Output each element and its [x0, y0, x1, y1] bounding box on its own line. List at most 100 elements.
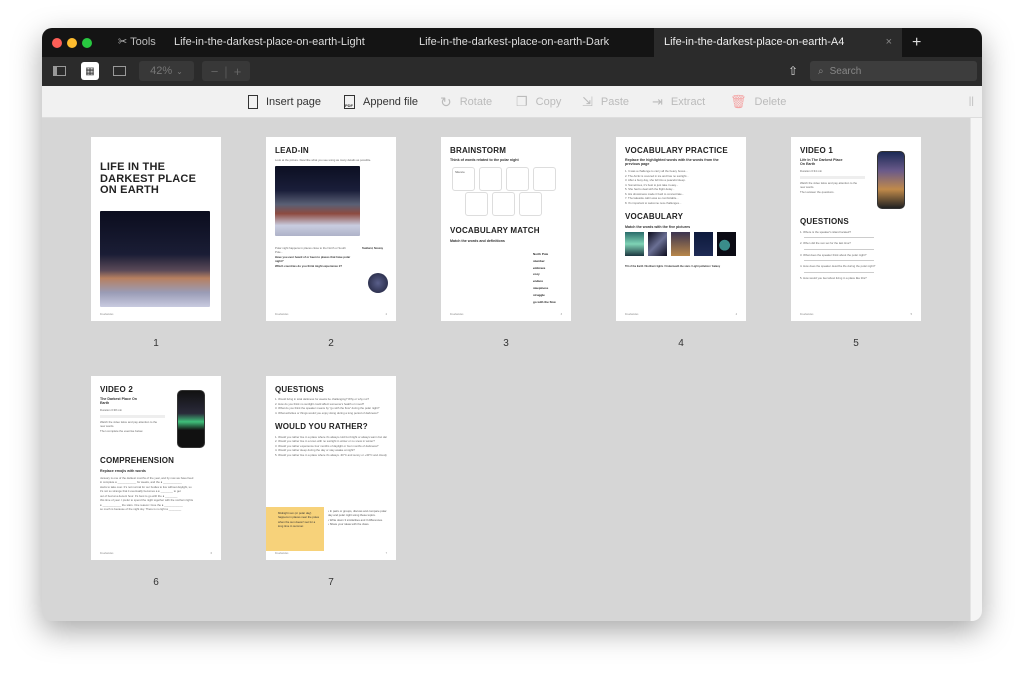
insert-page-icon	[248, 95, 258, 109]
tab-a4[interactable]: Life-in-the-darkest-place-on-earth-A4 ×	[654, 28, 902, 57]
rotate-button[interactable]: ↻ Rotate	[440, 86, 492, 118]
cover-photo	[100, 210, 210, 307]
tab-light[interactable]: Life-in-the-darkest-place-on-earth-Light	[174, 28, 414, 57]
page-number: 3	[503, 338, 509, 349]
view-toolbar: ▦ 42% ⌄ − | + ⇧ ⌕ Search	[42, 57, 982, 86]
section-title: COMPREHENSION	[100, 456, 175, 466]
zoom-stepper: − | +	[202, 61, 250, 81]
page-title: VOCABULARY PRACTICE	[625, 146, 728, 155]
tab-bar: ✂︎ Tools Life-in-the-darkest-place-on-ea…	[42, 28, 982, 57]
location-photo	[368, 273, 388, 293]
page-number: 1	[153, 338, 159, 349]
page-number: 5	[853, 338, 859, 349]
page-subtitle: Think of words related to the polar nigh…	[450, 158, 519, 163]
search-icon: ⌕	[818, 65, 824, 77]
step: Watch the video twice and pay attention …	[100, 419, 158, 429]
hexagon	[533, 167, 556, 192]
brainstorm-hexagons: Silence	[450, 165, 562, 217]
zoom-select[interactable]: 42% ⌄	[139, 61, 194, 81]
picture-light-pollution	[671, 231, 690, 256]
video-title: Life In The Darkest Place On Earth	[800, 158, 843, 167]
copy-label: Copy	[535, 96, 562, 108]
delete-button[interactable]: 🗑 Delete	[730, 86, 786, 118]
toolbar-overflow-handle[interactable]: ||	[969, 96, 974, 107]
trash-icon: 🗑	[730, 94, 747, 109]
new-tab-button[interactable]: +	[912, 28, 921, 57]
page-thumbnail-2[interactable]: LEAD-IN Look at the picture. Describe wh…	[266, 137, 396, 321]
paste-label: Paste	[600, 96, 630, 108]
page-thumbnail-7[interactable]: QUESTIONS 1. Would living in total darkn…	[266, 376, 396, 560]
picture-galaxy	[648, 231, 667, 256]
share-button[interactable]: ⇧	[784, 62, 802, 80]
tools-icon: ✂︎	[118, 36, 131, 48]
section-title: VOCABULARY	[625, 212, 684, 222]
share-icon: ⇧	[787, 64, 799, 78]
minimize-window-button[interactable]	[67, 38, 77, 48]
grid-view-button[interactable]: ▦	[81, 62, 99, 80]
lead-in-photo	[275, 165, 360, 236]
tab-dark[interactable]: Life-in-the-darkest-place-on-earth-Dark	[419, 28, 649, 57]
page-thumbnail-4[interactable]: VOCABULARY PRACTICE Replace the highligh…	[616, 137, 746, 321]
tab-label: Life-in-the-darkest-place-on-earth-Light	[174, 36, 365, 48]
section-title: VOCABULARY MATCH	[450, 226, 540, 236]
hexagon	[519, 192, 542, 217]
question-item: Which countries do you think might exper…	[275, 263, 343, 268]
word: go with the flow	[533, 299, 556, 304]
hexagon: Silence	[452, 167, 475, 192]
page-thumbnail-3[interactable]: BRAINSTORM Think of words related to the…	[441, 137, 571, 321]
maximize-window-button[interactable]	[82, 38, 92, 48]
page-number: 6	[153, 577, 159, 588]
hexagon	[506, 167, 529, 192]
sidebar-toggle-button[interactable]	[50, 62, 68, 80]
search-placeholder: Search	[829, 65, 862, 77]
phone-video-preview	[877, 151, 905, 209]
zoom-out-button[interactable]: −	[205, 64, 225, 79]
word: North Pole	[533, 252, 549, 256]
search-input[interactable]: ⌕ Search	[810, 61, 977, 81]
vertical-scrollbar[interactable]	[970, 118, 982, 621]
extract-icon: ⇥	[652, 94, 663, 109]
vocabulary-pictures	[625, 231, 737, 256]
page-number: 4	[678, 338, 684, 349]
page-thumbnail-5[interactable]: VIDEO 1 Life In The Darkest Place On Ear…	[791, 137, 921, 321]
word: cozy	[533, 272, 540, 277]
page-thumbnail-1[interactable]: LIFE IN THE DARKEST PLACE ON EARTH Freeb…	[91, 137, 221, 321]
hexagon	[492, 192, 515, 217]
extract-label: Extract	[670, 96, 706, 108]
chevron-down-icon: ⌄	[176, 66, 183, 76]
append-file-button[interactable]: PDF Append file	[344, 86, 418, 118]
word: sleepiness	[533, 285, 549, 290]
copy-button[interactable]: ❐ Copy	[516, 86, 561, 118]
section-subtitle: Match the words with the five pictures	[625, 224, 691, 229]
close-tab-icon[interactable]: ×	[886, 28, 892, 57]
section-subtitle: Match the words and definitions	[450, 238, 505, 243]
video-link[interactable]	[800, 175, 865, 179]
append-file-label: Append file	[363, 96, 419, 108]
page-number: 7	[328, 577, 334, 588]
rotate-icon: ↻	[440, 93, 452, 110]
page-grid: LIFE IN THE DARKEST PLACE ON EARTH Freeb…	[42, 118, 970, 621]
page-thumbnail-6[interactable]: VIDEO 2 The Darkest Place On Earth Durat…	[91, 376, 221, 560]
video-link[interactable]	[100, 414, 165, 418]
pair-work-instructions: • In pairs or groups, discuss and compar…	[328, 509, 387, 526]
tools-label: Tools	[130, 36, 156, 48]
rotate-label: Rotate	[459, 96, 493, 108]
tools-button[interactable]: ✂︎ Tools	[118, 28, 156, 57]
grid-icon: ▦	[85, 65, 95, 77]
page-subtitle: Replace the highlighted words with the w…	[625, 158, 719, 167]
word: slumber	[533, 258, 545, 263]
close-window-button[interactable]	[52, 38, 62, 48]
copy-icon: ❐	[516, 94, 528, 109]
zoom-in-button[interactable]: +	[228, 64, 248, 79]
extract-button[interactable]: ⇥ Extract	[652, 86, 705, 118]
page-title: BRAINSTORM	[450, 146, 507, 155]
section-subtitle: Replace emojis with words	[100, 468, 146, 473]
step: Watch the video twice and pay attention …	[800, 180, 858, 190]
word: embrace	[533, 265, 546, 270]
two-page-view-button[interactable]	[110, 62, 128, 80]
insert-page-button[interactable]: Insert page	[248, 86, 321, 118]
paste-button[interactable]: ⇲ Paste	[582, 86, 629, 118]
section-title: WOULD YOU RATHER?	[275, 422, 368, 432]
page-subtitle: Look at the picture. Describe what you s…	[275, 158, 372, 163]
picture-northern-lights	[625, 231, 644, 256]
